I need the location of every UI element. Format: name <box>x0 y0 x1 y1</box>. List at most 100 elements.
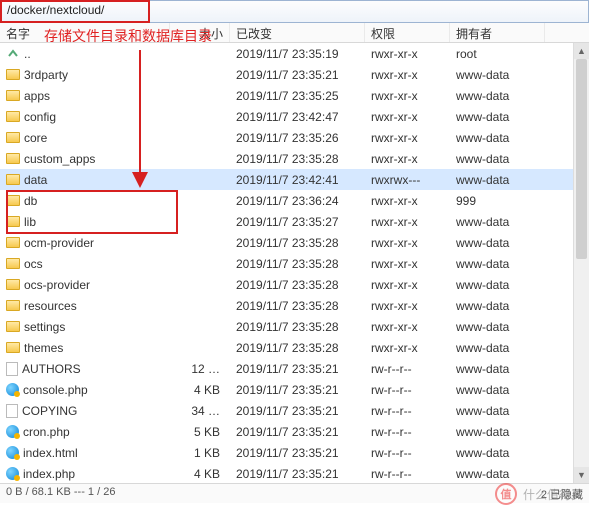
file-modified: 2019/11/7 23:35:21 <box>230 446 365 460</box>
file-owner: www-data <box>450 341 545 355</box>
file-perm: rw-r--r-- <box>365 383 450 397</box>
scroll-down-button[interactable]: ▼ <box>574 467 589 483</box>
file-name: ocs <box>24 257 43 271</box>
table-row[interactable]: ..2019/11/7 23:35:19rwxr-xr-xroot <box>0 43 589 64</box>
table-row[interactable]: lib2019/11/7 23:35:27rwxr-xr-xwww-data <box>0 211 589 232</box>
file-name: .. <box>24 47 31 61</box>
file-name: lib <box>24 215 36 229</box>
file-name: AUTHORS <box>22 362 81 376</box>
file-owner: www-data <box>450 299 545 313</box>
hidden-count: 2 已隐藏 <box>541 486 583 502</box>
file-perm: rw-r--r-- <box>365 467 450 481</box>
file-perm: rwxr-xr-x <box>365 131 450 145</box>
file-owner: www-data <box>450 131 545 145</box>
file-owner: www-data <box>450 89 545 103</box>
file-modified: 2019/11/7 23:35:28 <box>230 278 365 292</box>
scroll-thumb[interactable] <box>576 59 587 259</box>
file-modified: 2019/11/7 23:35:28 <box>230 299 365 313</box>
file-owner: www-data <box>450 383 545 397</box>
file-size: 34 … <box>170 404 230 418</box>
file-perm: rwxr-xr-x <box>365 194 450 208</box>
folder-icon <box>6 279 20 290</box>
table-row[interactable]: 3rdparty2019/11/7 23:35:21rwxr-xr-xwww-d… <box>0 64 589 85</box>
file-modified: 2019/11/7 23:35:21 <box>230 467 365 481</box>
file-name: themes <box>24 341 63 355</box>
file-owner: www-data <box>450 425 545 439</box>
file-name: data <box>24 173 47 187</box>
file-perm: rw-r--r-- <box>365 362 450 376</box>
table-row[interactable]: data2019/11/7 23:42:41rwxrwx---www-data <box>0 169 589 190</box>
table-row[interactable]: ocs-provider2019/11/7 23:35:28rwxr-xr-xw… <box>0 274 589 295</box>
file-modified: 2019/11/7 23:35:19 <box>230 47 365 61</box>
file-name: resources <box>24 299 77 313</box>
table-row[interactable]: themes2019/11/7 23:35:28rwxr-xr-xwww-dat… <box>0 337 589 358</box>
file-icon <box>6 404 18 418</box>
col-header-modified[interactable]: 已改变 <box>230 23 365 42</box>
table-row[interactable]: ocs2019/11/7 23:35:28rwxr-xr-xwww-data <box>0 253 589 274</box>
file-perm: rwxr-xr-x <box>365 68 450 82</box>
table-row[interactable]: index.php4 KB2019/11/7 23:35:21rw-r--r--… <box>0 463 589 483</box>
file-modified: 2019/11/7 23:35:21 <box>230 362 365 376</box>
file-modified: 2019/11/7 23:35:21 <box>230 404 365 418</box>
table-row[interactable]: AUTHORS12 …2019/11/7 23:35:21rw-r--r--ww… <box>0 358 589 379</box>
file-perm: rwxr-xr-x <box>365 320 450 334</box>
folder-icon <box>6 342 20 353</box>
table-row[interactable]: cron.php5 KB2019/11/7 23:35:21rw-r--r--w… <box>0 421 589 442</box>
col-header-owner[interactable]: 拥有者 <box>450 23 545 42</box>
file-owner: www-data <box>450 68 545 82</box>
file-name: config <box>24 110 56 124</box>
table-row[interactable]: settings2019/11/7 23:35:28rwxr-xr-xwww-d… <box>0 316 589 337</box>
path-bar[interactable]: /docker/nextcloud/ <box>0 0 589 23</box>
file-modified: 2019/11/7 23:42:47 <box>230 110 365 124</box>
table-row[interactable]: ocm-provider2019/11/7 23:35:28rwxr-xr-xw… <box>0 232 589 253</box>
file-perm: rwxr-xr-x <box>365 341 450 355</box>
file-modified: 2019/11/7 23:36:24 <box>230 194 365 208</box>
parent-dir-icon <box>6 47 20 61</box>
file-name: db <box>24 194 37 208</box>
col-header-name[interactable]: 名字 <box>0 23 170 42</box>
folder-icon <box>6 69 20 80</box>
scroll-up-button[interactable]: ▲ <box>574 43 589 59</box>
file-modified: 2019/11/7 23:35:26 <box>230 131 365 145</box>
table-row[interactable]: index.html1 KB2019/11/7 23:35:21rw-r--r-… <box>0 442 589 463</box>
php-file-icon <box>6 446 19 459</box>
status-bar: 0 B / 68.1 KB --- 1 / 26 2 已隐藏 <box>0 483 589 503</box>
folder-icon <box>6 237 20 248</box>
file-list[interactable]: ..2019/11/7 23:35:19rwxr-xr-xroot3rdpart… <box>0 43 589 483</box>
table-row[interactable]: config2019/11/7 23:42:47rwxr-xr-xwww-dat… <box>0 106 589 127</box>
table-row[interactable]: apps2019/11/7 23:35:25rwxr-xr-xwww-data <box>0 85 589 106</box>
folder-icon <box>6 132 20 143</box>
file-owner: www-data <box>450 467 545 481</box>
file-owner: www-data <box>450 404 545 418</box>
table-row[interactable]: db2019/11/7 23:36:24rwxr-xr-x999 <box>0 190 589 211</box>
file-perm: rwxr-xr-x <box>365 152 450 166</box>
file-size: 1 KB <box>170 446 230 460</box>
file-perm: rwxr-xr-x <box>365 215 450 229</box>
file-name: ocm-provider <box>24 236 94 250</box>
table-row[interactable]: custom_apps2019/11/7 23:35:28rwxr-xr-xww… <box>0 148 589 169</box>
table-row[interactable]: resources2019/11/7 23:35:28rwxr-xr-xwww-… <box>0 295 589 316</box>
file-name: 3rdparty <box>24 68 68 82</box>
file-size: 12 … <box>170 362 230 376</box>
file-perm: rw-r--r-- <box>365 425 450 439</box>
status-text: 0 B / 68.1 KB --- 1 / 26 <box>6 486 115 498</box>
file-owner: www-data <box>450 320 545 334</box>
file-size: 4 KB <box>170 383 230 397</box>
table-row[interactable]: COPYING34 …2019/11/7 23:35:21rw-r--r--ww… <box>0 400 589 421</box>
file-perm: rwxr-xr-x <box>365 236 450 250</box>
scrollbar-vertical[interactable]: ▲ ▼ <box>573 43 589 483</box>
file-owner: root <box>450 47 545 61</box>
table-row[interactable]: console.php4 KB2019/11/7 23:35:21rw-r--r… <box>0 379 589 400</box>
file-modified: 2019/11/7 23:35:28 <box>230 257 365 271</box>
file-name: settings <box>24 320 65 334</box>
php-file-icon <box>6 467 19 480</box>
file-name: ocs-provider <box>24 278 90 292</box>
table-row[interactable]: core2019/11/7 23:35:26rwxr-xr-xwww-data <box>0 127 589 148</box>
col-header-size[interactable]: 大小 <box>170 23 230 42</box>
file-name: COPYING <box>22 404 77 418</box>
file-name: apps <box>24 89 50 103</box>
col-header-perm[interactable]: 权限 <box>365 23 450 42</box>
file-perm: rw-r--r-- <box>365 446 450 460</box>
file-modified: 2019/11/7 23:35:28 <box>230 152 365 166</box>
folder-icon <box>6 111 20 122</box>
